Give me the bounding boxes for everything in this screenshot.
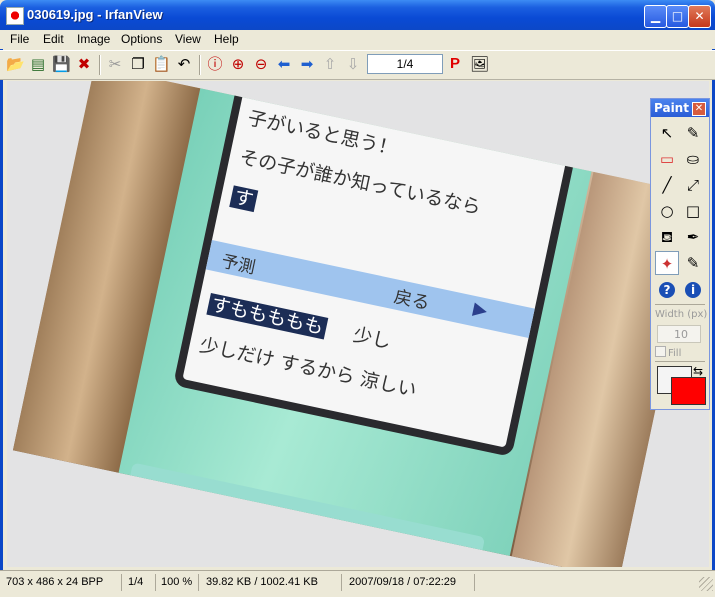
menu-options[interactable]: Options [121,32,162,46]
paint-panel-title: Paint [654,101,689,115]
menu-help[interactable]: Help [214,32,239,46]
image-viewport[interactable]: 子がいると思う！ その子が誰か知っているなら す 予測 戻る ▶ すももももも少… [7,81,709,567]
toolbar-separator [199,55,201,75]
minimize-button[interactable]: ▁ [644,5,667,28]
delete-icon[interactable]: ✖ [75,55,93,73]
last-image-icon[interactable]: ⇩ [344,55,362,73]
photo-input-right: 少し [351,323,393,354]
toolbar: 📂 ▤ 💾 ✖ ✂ ❐ 📋 ↶ ⓘ ⊕ ⊖ ⬅ ➡ ⇧ ⇩ 1/4 P 🖼 [0,50,715,80]
paint-plugin-icon[interactable]: 🖼 [470,55,489,73]
photo-phone-screen: 子がいると思う！ その子が誰か知っているなら す 予測 戻る ▶ すももももも少… [172,81,578,458]
paint-separator [655,304,705,305]
status-page: 1/4 [124,574,156,591]
fill-bucket-tool-icon[interactable]: ⛾ [655,225,679,249]
photo-menu-left: 予測 [219,251,258,279]
menu-image[interactable]: Image [77,32,110,46]
about-icon[interactable]: i [685,282,701,298]
paint-separator [655,361,705,362]
fill-checkbox-row[interactable]: Fill [655,346,681,359]
close-button[interactable]: ✕ [688,5,711,28]
undo-icon[interactable]: ↶ [175,55,193,73]
selection-tool-icon[interactable]: ↖ [655,121,679,145]
print-icon[interactable]: P [446,55,464,73]
circle-tool-icon[interactable]: ○ [655,199,679,223]
paint-panel: Paint ✕ ↖ ✎ ▭ ⛀ ╱ ⤢ ○ □ ⛾ ✒ ✦ ✎ ? i Widt… [650,98,710,410]
line-tool-icon[interactable]: ╱ [655,173,679,197]
first-image-icon[interactable]: ⇧ [321,55,339,73]
slideshow-icon[interactable]: ▤ [29,55,47,73]
primary-color-swatch[interactable] [671,377,706,405]
window-title: 030619.jpg - IrfanView [27,7,163,22]
zoom-out-icon[interactable]: ⊖ [252,55,270,73]
fill-label: Fill [668,348,682,359]
photo-text-cursor: す [229,185,259,213]
info-icon[interactable]: ⓘ [206,55,224,73]
width-stepper[interactable]: 10 [657,325,701,343]
paste-icon[interactable]: 📋 [152,55,171,73]
window-frame-left [0,30,3,596]
clone-tool-icon[interactable]: ✎ [681,251,705,275]
resize-grip[interactable] [699,577,713,591]
eraser-tool-icon[interactable]: ▭ [655,147,679,171]
effects-tool-icon[interactable]: ✦ [655,251,679,275]
color-picker-tool-icon[interactable]: ✒ [681,225,705,249]
displayed-photo: 子がいると思う！ その子が誰か知っているなら す 予測 戻る ▶ すももももも少… [12,81,702,567]
next-icon[interactable]: ➡ [298,55,316,73]
status-zoom: 100 % [157,574,199,591]
width-label: Width (px) [655,309,708,320]
fill-checkbox[interactable] [655,346,666,357]
photo-menu-right: 戻る [392,286,432,315]
swap-colors-icon[interactable]: ⇆ [693,364,703,378]
zoom-in-icon[interactable]: ⊕ [229,55,247,73]
status-datetime: 2007/09/18 / 07:22:29 [345,574,475,591]
paint-close-button[interactable]: ✕ [692,102,706,116]
status-file-size: 39.82 KB / 1002.41 KB [202,574,342,591]
rectangle-tool-icon[interactable]: □ [681,199,705,223]
menu-file[interactable]: File [10,32,29,46]
open-folder-icon[interactable]: 📂 [6,55,25,73]
status-bar: 703 x 486 x 24 BPP 1/4 100 % 39.82 KB / … [0,570,715,597]
menu-edit[interactable]: Edit [43,32,64,46]
photo-input-highlight: すももももも [206,292,329,340]
copy-icon[interactable]: ❐ [129,55,147,73]
menu-view[interactable]: View [175,32,201,46]
title-bar: 030619.jpg - IrfanView ▁ □ ✕ [0,0,715,30]
photo-menu-arrow-icon: ▶ [471,298,490,322]
paint-panel-title-bar[interactable]: Paint ✕ [651,99,709,117]
cut-icon[interactable]: ✂ [106,55,124,73]
stamp-tool-icon[interactable]: ⛀ [681,147,705,171]
status-dimensions: 703 x 486 x 24 BPP [2,574,122,591]
pen-tool-icon[interactable]: ✎ [681,121,705,145]
previous-icon[interactable]: ⬅ [275,55,293,73]
help-icon[interactable]: ? [659,282,675,298]
maximize-button[interactable]: □ [666,5,689,28]
toolbar-separator [99,55,101,75]
irfanview-app-icon[interactable] [6,7,24,25]
menu-bar: File Edit Image Options View Help [0,30,715,49]
arrow-tool-icon[interactable]: ⤢ [681,173,705,197]
save-icon[interactable]: 💾 [52,55,71,73]
page-indicator: 1/4 [367,54,443,74]
